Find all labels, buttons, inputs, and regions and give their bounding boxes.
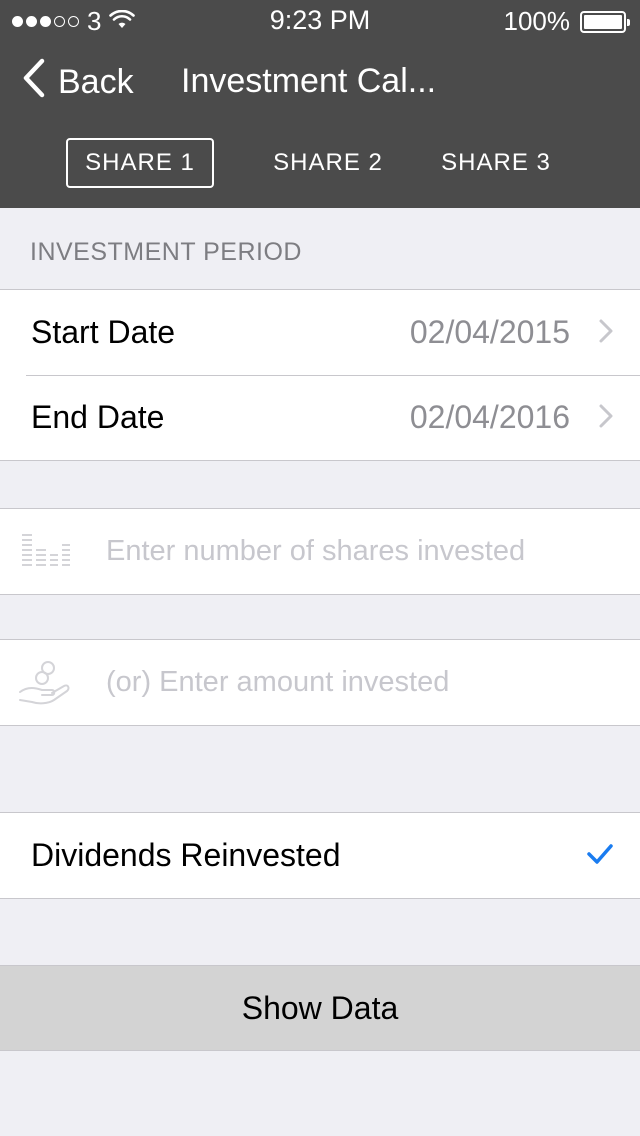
shares-input[interactable] — [106, 509, 616, 594]
dividends-reinvested-row[interactable]: Dividends Reinvested — [0, 813, 640, 898]
end-date-value: 02/04/2016 — [409, 399, 570, 435]
investment-period-group: Start Date 02/04/2015 End Date 02/04/201… — [0, 289, 640, 461]
end-date-row[interactable]: End Date 02/04/2016 — [0, 375, 640, 460]
page-title: Investment Cal... — [181, 62, 437, 100]
chevron-right-icon — [598, 403, 614, 434]
shares-input-group — [0, 508, 640, 595]
investment-period-header: INVESTMENT PERIOD — [30, 238, 302, 266]
amount-input-group — [0, 639, 640, 726]
top-bar: 3 9:23 PM 100% Back Investment Cal... SH… — [0, 0, 640, 208]
share-tabs: SHARE 1 SHARE 2 SHARE 3 — [0, 138, 640, 188]
start-date-value: 02/04/2015 — [409, 314, 570, 350]
battery-icon — [580, 10, 630, 33]
start-date-row[interactable]: Start Date 02/04/2015 — [0, 290, 640, 376]
checkmark-icon — [586, 843, 614, 870]
dividends-reinvested-label: Dividends Reinvested — [31, 837, 341, 873]
money-hand-icon — [18, 660, 72, 713]
back-button[interactable]: Back — [22, 58, 134, 107]
battery-status: 100% — [503, 6, 630, 37]
amount-input-row — [0, 640, 640, 725]
back-label: Back — [58, 63, 134, 101]
tab-share-2[interactable]: SHARE 2 — [258, 138, 398, 188]
navigation-bar: Back Investment Cal... — [0, 52, 640, 112]
shares-input-row — [0, 509, 640, 594]
battery-percent: 100% — [503, 6, 571, 36]
chevron-right-icon — [598, 318, 614, 349]
tab-share-3[interactable]: SHARE 3 — [426, 138, 566, 188]
dividends-group: Dividends Reinvested — [0, 812, 640, 899]
end-date-label: End Date — [31, 399, 165, 435]
status-bar: 3 9:23 PM 100% — [0, 0, 640, 40]
shares-icon — [18, 529, 72, 578]
tab-share-1[interactable]: SHARE 1 — [66, 138, 214, 188]
chevron-left-icon — [22, 58, 46, 107]
amount-input[interactable] — [106, 640, 616, 725]
show-data-button[interactable]: Show Data — [0, 965, 640, 1051]
start-date-label: Start Date — [31, 314, 176, 350]
